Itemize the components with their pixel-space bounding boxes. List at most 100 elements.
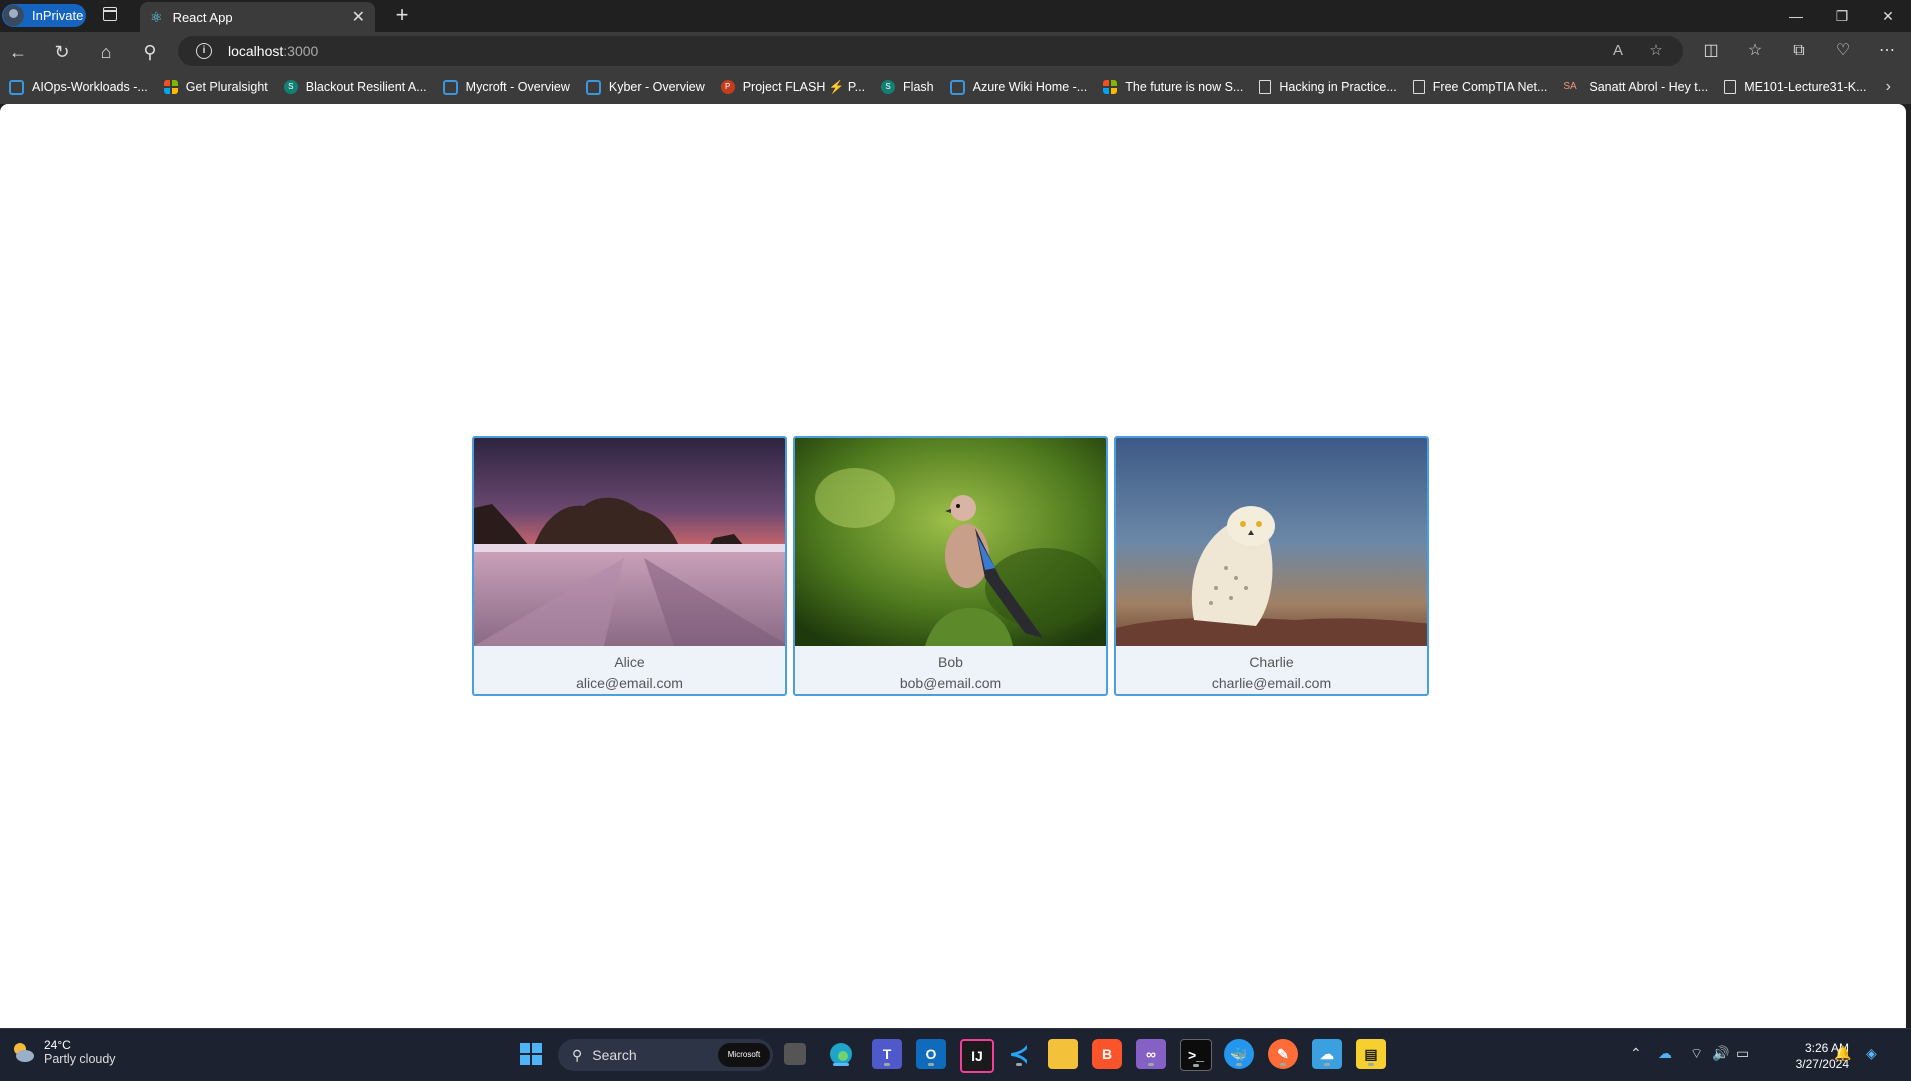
weather-widget[interactable]: 24°C Partly cloudy <box>10 1038 116 1066</box>
address-toolbar: ← ↻ ⌂ ⚲ i localhost:3000 A ☆ ◫ ☆ ⧉ ♡ ⋯ <box>0 32 1911 70</box>
notification-bell-icon[interactable]: 🔔 <box>1834 1045 1851 1062</box>
inprivate-badge[interactable]: InPrivate <box>2 4 86 27</box>
postman-icon[interactable]: ✎ <box>1268 1039 1298 1069</box>
close-tab-icon[interactable]: ✕ <box>352 7 365 27</box>
read-aloud-icon[interactable]: A <box>1608 41 1628 61</box>
search-icon[interactable]: ⚲ <box>138 40 162 64</box>
card-email: charlie@email.com <box>1211 675 1332 691</box>
bookmark-label: AIOps-Workloads -... <box>32 80 148 94</box>
running-indicator <box>1236 1063 1242 1066</box>
jay-bird-image <box>795 438 1106 646</box>
close-window-button[interactable]: ✕ <box>1865 0 1911 32</box>
card-photo <box>1116 438 1427 646</box>
address-bar[interactable]: i localhost:3000 A ☆ <box>178 36 1683 66</box>
sticky-notes-icon[interactable]: ▤ <box>1356 1039 1386 1069</box>
bookmark-item[interactable]: Free CompTIA Net... <box>1412 80 1547 94</box>
tab-react-app[interactable]: ⚛ React App ✕ <box>140 2 375 32</box>
volume-icon[interactable]: 🔊 <box>1712 1045 1729 1062</box>
copilot-icon[interactable]: ◈ <box>1866 1045 1877 1062</box>
sharepoint-icon: S <box>881 80 896 94</box>
bookmark-item[interactable]: Get Pluralsight <box>163 80 268 94</box>
onedrive-icon[interactable]: ☁ <box>1658 1045 1672 1062</box>
chevron-right-icon[interactable]: › <box>1886 78 1891 96</box>
chevron-up-icon[interactable]: ⌃ <box>1630 1045 1642 1062</box>
outlook-icon[interactable]: O <box>916 1039 946 1069</box>
collections-icon[interactable]: ⧉ <box>1788 40 1810 62</box>
restore-button[interactable]: ❐ <box>1819 0 1865 32</box>
running-indicator <box>1016 1063 1022 1066</box>
bookmark-label: Mycroft - Overview <box>465 80 570 94</box>
favorites-icon[interactable]: ☆ <box>1744 40 1766 62</box>
wifi-icon[interactable]: ⌔ <box>1690 1045 1703 1063</box>
minimize-button[interactable]: — <box>1773 0 1819 32</box>
back-arrow-icon[interactable]: ← <box>6 40 30 64</box>
task-view-icon[interactable] <box>784 1043 806 1065</box>
card-email: alice@email.com <box>576 675 683 691</box>
jetbrains-icon[interactable]: IJ <box>960 1039 994 1073</box>
microsoft-icon <box>163 80 178 94</box>
url-text[interactable]: localhost:3000 <box>228 43 318 59</box>
browser-essentials-icon[interactable]: ♡ <box>1832 40 1854 62</box>
site-info-icon[interactable]: i <box>196 43 212 59</box>
user-card[interactable]: Charlie charlie@email.com <box>1114 436 1429 696</box>
running-indicator <box>1368 1063 1374 1066</box>
teams-icon[interactable]: T <box>872 1039 902 1069</box>
bookmark-label: ME101-Lecture31-K... <box>1744 80 1867 94</box>
azure-devops-icon <box>949 79 965 95</box>
running-indicator <box>928 1063 934 1066</box>
bookmark-item[interactable]: P Project FLASH ⚡ P... <box>720 80 865 95</box>
tab-actions-button[interactable] <box>100 6 120 26</box>
home-icon[interactable]: ⌂ <box>94 40 118 64</box>
bookmark-label: Flash <box>903 80 934 94</box>
weather-condition: Partly cloudy <box>44 1052 116 1066</box>
azure-devops-icon <box>442 79 458 95</box>
document-icon <box>1412 80 1425 94</box>
search-label: Search <box>592 1047 637 1063</box>
taskbar-search-box[interactable]: ⚲ Search Microsoft <box>558 1039 773 1071</box>
running-indicator <box>884 1063 890 1066</box>
bookmark-item[interactable]: ME101-Lecture31-K... <box>1724 80 1867 94</box>
bookmark-label: Blackout Resilient A... <box>305 80 427 94</box>
file-explorer-icon[interactable] <box>1048 1039 1078 1069</box>
refresh-icon[interactable]: ↻ <box>50 40 74 64</box>
split-screen-icon[interactable]: ◫ <box>1700 40 1722 62</box>
bookmark-label: Azure Wiki Home -... <box>972 80 1088 94</box>
favorite-star-icon[interactable]: ☆ <box>1646 41 1666 61</box>
bookmark-item[interactable]: Mycroft - Overview <box>442 79 570 95</box>
card-photo <box>795 438 1106 646</box>
bookmark-item[interactable]: The future is now S... <box>1103 80 1243 94</box>
new-tab-button[interactable]: + <box>390 4 414 28</box>
brave-browser-icon[interactable]: B <box>1092 1039 1122 1069</box>
microsoft-badge: Microsoft <box>718 1043 770 1067</box>
bookmark-item[interactable]: Azure Wiki Home -... <box>949 79 1088 95</box>
card-list: Alice alice@email.com Bob bob@email.com … <box>472 436 1429 696</box>
bookmark-item[interactable]: S Blackout Resilient A... <box>283 80 427 94</box>
azure-storage-explorer-icon[interactable]: ☁ <box>1312 1039 1342 1069</box>
bookmark-item[interactable]: AIOps-Workloads -... <box>9 79 148 95</box>
bookmark-item[interactable]: Hacking in Practice... <box>1259 80 1397 94</box>
card-email: bob@email.com <box>899 675 1002 691</box>
user-card[interactable]: Alice alice@email.com <box>472 436 787 696</box>
bookmark-item[interactable]: Kyber - Overview <box>585 79 705 95</box>
sa-initials-icon: SA <box>1563 81 1577 92</box>
bookmark-item[interactable]: S Flash <box>881 80 934 94</box>
sharepoint-icon: S <box>283 80 298 94</box>
running-indicator <box>1324 1063 1330 1066</box>
azure-devops-icon <box>9 79 24 95</box>
visual-studio-icon[interactable]: ∞ <box>1136 1039 1166 1069</box>
url-host: localhost <box>228 43 284 59</box>
edge-browser-icon[interactable] <box>826 1039 856 1069</box>
bookmark-item[interactable]: SA Sanatt Abrol - Hey t... <box>1563 80 1708 94</box>
windows-start-icon[interactable] <box>516 1039 546 1069</box>
document-icon <box>1724 80 1737 94</box>
vscode-icon[interactable]: ≺ <box>1004 1039 1034 1069</box>
card-name: Charlie <box>1249 654 1294 670</box>
active-app-indicator <box>833 1063 849 1066</box>
terminal-icon[interactable]: >_ <box>1180 1039 1212 1071</box>
react-icon: ⚛ <box>150 8 163 25</box>
battery-icon[interactable]: ▭ <box>1736 1045 1749 1062</box>
card-photo <box>474 438 785 646</box>
user-card[interactable]: Bob bob@email.com <box>793 436 1108 696</box>
docker-icon[interactable]: 🐳 <box>1224 1039 1254 1069</box>
more-menu-icon[interactable]: ⋯ <box>1876 40 1898 62</box>
